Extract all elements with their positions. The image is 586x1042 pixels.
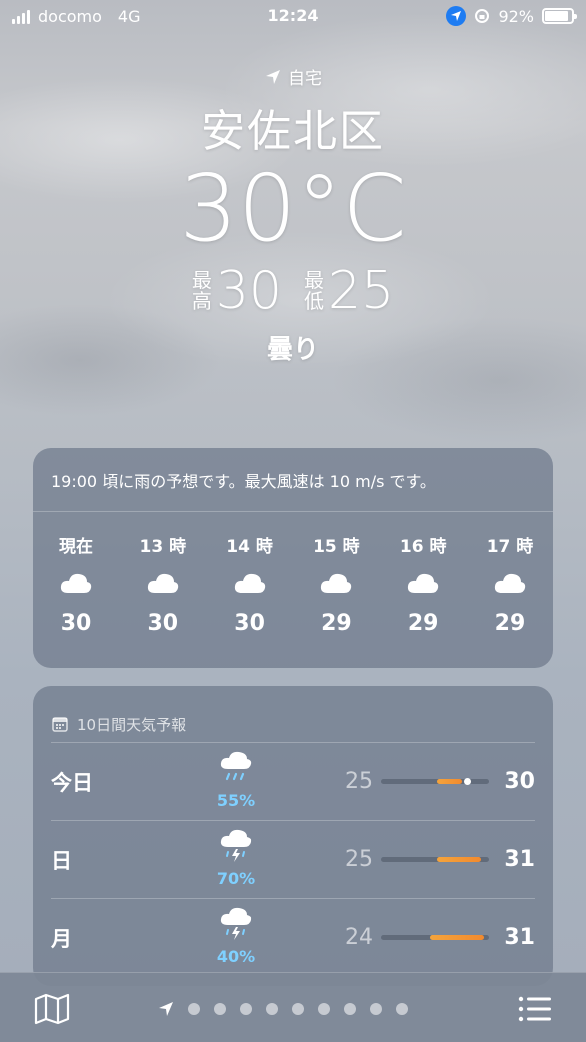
- hourly-item: 15 時 29: [311, 532, 361, 636]
- page-dot[interactable]: [318, 1003, 330, 1015]
- map-icon: [34, 993, 70, 1025]
- temperature-range-fill: [437, 779, 462, 784]
- cloud-icon: [59, 571, 93, 601]
- map-button[interactable]: [34, 993, 70, 1029]
- daily-forecast-card[interactable]: 10日間天気予報 今日 55% 25 30 日 70% 25 31 月 40% 24 31: [33, 686, 553, 986]
- precip-chance: 40%: [216, 947, 256, 966]
- page-dot[interactable]: [214, 1003, 226, 1015]
- page-dot[interactable]: [188, 1003, 200, 1015]
- forecast-summary: 19:00 頃に雨の予想です。最大風速は 10 m/s です。: [33, 448, 553, 512]
- page-dot[interactable]: [344, 1003, 356, 1015]
- hourly-item: 14 時 30: [225, 532, 275, 636]
- page-dot[interactable]: [370, 1003, 382, 1015]
- high-temperature: 30: [215, 261, 282, 321]
- temperature-range-bar: [381, 857, 489, 862]
- temperature-range-fill: [437, 857, 481, 862]
- hour-temperature: 29: [321, 611, 352, 636]
- home-label: 自宅: [288, 69, 322, 89]
- high-low: 最高 30 最低 25: [0, 261, 586, 321]
- current-location-page-icon: [159, 1002, 173, 1016]
- cloud-icon: [493, 571, 527, 601]
- high-label-bottom: 高: [191, 289, 212, 313]
- cloud-thunderstorm-icon: [219, 829, 253, 867]
- home-location: 自宅: [0, 64, 586, 89]
- page-indicator[interactable]: [158, 1001, 408, 1017]
- low-label-top: 最: [304, 268, 324, 292]
- temperature-range-bar: [381, 935, 489, 940]
- temperature-range-fill: [430, 935, 484, 940]
- cloud-rain-icon: [219, 751, 253, 789]
- high-temperature: 30: [504, 769, 535, 794]
- page-dot[interactable]: [396, 1003, 408, 1015]
- battery-percent: 92%: [498, 6, 534, 26]
- current-temp-marker: [464, 778, 471, 785]
- hour-temperature: 30: [234, 611, 265, 636]
- hour-label: 14 時: [226, 537, 273, 557]
- hour-temperature: 29: [494, 611, 526, 636]
- hour-label: 現在: [59, 537, 93, 557]
- cloud-icon: [406, 571, 440, 601]
- location-services-icon: [446, 6, 467, 26]
- page-dot[interactable]: [292, 1003, 304, 1015]
- bottom-toolbar: [0, 972, 586, 1042]
- location-arrow-icon: [266, 69, 280, 84]
- precip-chance: 55%: [216, 791, 256, 810]
- temperature-range-bar: [381, 778, 489, 785]
- rotation-lock-icon: [475, 9, 490, 23]
- hourly-item: 13 時 30: [138, 532, 188, 636]
- low-temperature: 25: [345, 769, 373, 794]
- hour-label: 16 時: [399, 537, 447, 557]
- hour-label: 17 時: [486, 537, 534, 557]
- precip-chance: 70%: [216, 869, 256, 888]
- battery-icon: [542, 8, 577, 24]
- hour-temperature: 30: [60, 611, 92, 636]
- hourly-item: 17 時 29: [485, 532, 535, 636]
- cloud-thunderstorm-icon: [219, 907, 253, 945]
- high-temperature: 31: [504, 925, 535, 950]
- hour-label: 15 時: [313, 537, 360, 557]
- day-label: 月: [51, 927, 72, 951]
- day-label: 今日: [51, 771, 93, 795]
- current-weather: 自宅 安佐北区 30°C 最高 30 最低 25 曇り: [0, 64, 586, 366]
- hour-temperature: 30: [147, 611, 179, 636]
- hour-label: 13 時: [139, 537, 187, 557]
- low-temperature: 25: [328, 261, 395, 321]
- hourly-forecast-card[interactable]: 19:00 頃に雨の予想です。最大風速は 10 m/s です。 現在 30 13 時…: [33, 448, 553, 668]
- list-icon: [518, 996, 551, 1022]
- calendar-icon: [52, 717, 68, 732]
- city-name: 安佐北区: [201, 106, 385, 157]
- cloud-icon: [233, 571, 267, 601]
- condition: 曇り: [266, 335, 319, 365]
- city-list-button[interactable]: [518, 995, 552, 1027]
- low-temperature: 25: [345, 847, 373, 872]
- hourly-item: 16 時 29: [398, 532, 448, 636]
- daily-row[interactable]: 日 70% 25 31: [51, 820, 535, 898]
- current-temperature: 30°C: [179, 155, 407, 262]
- status-bar: docomo 4G 12:24 92%: [0, 0, 586, 34]
- daily-forecast-title: 10日間天気予報: [77, 715, 187, 734]
- day-label: 日: [51, 849, 72, 873]
- cloud-icon: [319, 571, 353, 601]
- daily-forecast-header: 10日間天気予報: [33, 686, 553, 742]
- high-label-top: 最: [191, 268, 212, 292]
- low-label-bottom: 低: [304, 289, 324, 313]
- daily-row[interactable]: 月 40% 24 31: [51, 898, 535, 976]
- hour-temperature: 29: [407, 611, 439, 636]
- hourly-list[interactable]: 現在 30 13 時 30 14 時 30 15 時 29 16 時 29 17 時 29: [33, 512, 553, 636]
- high-temperature: 31: [504, 847, 535, 872]
- low-temperature: 24: [345, 925, 373, 950]
- page-dot[interactable]: [240, 1003, 252, 1015]
- page-dot[interactable]: [266, 1003, 278, 1015]
- hourly-item: 現在 30: [51, 532, 101, 636]
- daily-row[interactable]: 今日 55% 25 30: [51, 742, 535, 820]
- cloud-icon: [146, 571, 180, 601]
